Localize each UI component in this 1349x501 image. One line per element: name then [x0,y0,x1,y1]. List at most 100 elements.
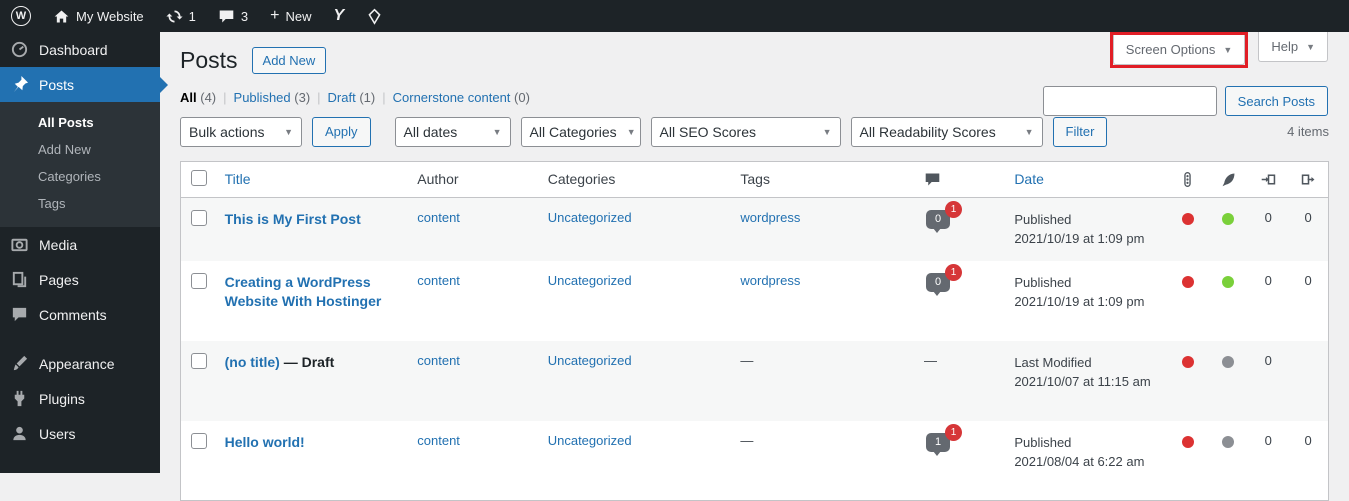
sidebar-item-media[interactable]: Media [0,227,160,262]
row-checkbox[interactable] [191,352,207,369]
category-link[interactable]: Uncategorized [548,273,632,288]
search-input[interactable] [1042,86,1217,116]
tag-link[interactable]: wordpress [740,210,800,225]
site-name-link[interactable]: My Website [42,0,155,32]
author-link[interactable]: content [417,433,460,448]
sidebar-item-pages[interactable]: Pages [0,262,160,297]
pushpin-icon [13,75,29,93]
row-checkbox[interactable] [191,209,207,226]
post-title-link[interactable]: (no title) [225,354,280,370]
screen-options-button[interactable]: Screen Options ▼ [1112,35,1246,65]
post-date: 2021/08/04 at 6:22 am [1014,454,1145,470]
submenu-item-categories[interactable]: Categories [0,163,160,190]
add-new-button[interactable]: Add New [251,47,327,75]
internal-links-count: 0 [1264,432,1272,448]
sidebar-item-plugins[interactable]: Plugins [0,381,160,416]
category-link[interactable]: Uncategorized [548,353,632,368]
submenu-item-add-new[interactable]: Add New [0,136,160,163]
table-row: (no title) — Draft content Uncategorized… [180,340,1329,421]
column-header-date[interactable]: Date [1014,171,1044,187]
chevron-down-icon: ▼ [284,126,293,137]
sidebar-label-dashboard: Dashboard [39,41,108,58]
view-draft[interactable]: Draft (1) [328,90,376,105]
no-tags-dash: — [740,432,754,448]
chevron-down-icon: ▼ [492,126,502,137]
filter-toolbar: Bulk actions ▼ Apply All dates ▼ All Categ… [180,116,1329,147]
admin-sidebar: Dashboard Posts All Posts Add New Catego… [0,32,160,473]
seo-score-dot [1181,275,1194,288]
view-cornerstone-content[interactable]: Cornerstone content (0) [393,90,530,105]
no-tags-dash: — [740,352,754,368]
yoast-seo-menu[interactable]: Y [323,0,356,32]
category-link[interactable]: Uncategorized [548,433,632,448]
readability-column-icon [1222,173,1235,187]
comments-bubble[interactable]: 0 1 [926,263,962,296]
apply-button[interactable]: Apply [312,116,371,147]
sidebar-item-dashboard[interactable]: Dashboard [0,32,160,67]
author-link[interactable]: content [417,353,460,368]
sidebar-item-comments[interactable]: Comments [0,297,160,332]
search-posts-button[interactable]: Search Posts [1224,86,1328,116]
new-content-link[interactable]: + New [259,0,322,32]
tag-link[interactable]: wordpress [740,273,800,288]
row-checkbox[interactable] [191,272,207,289]
post-title-link[interactable]: Creating a WordPress Website With Hostin… [225,274,382,310]
submenu-item-tags[interactable]: Tags [0,190,160,217]
readability-score-dot [1222,355,1235,368]
bulk-actions-select[interactable]: Bulk actions ▼ [180,116,302,147]
theme-builder-menu[interactable] [355,0,394,32]
sidebar-item-posts[interactable]: Posts [0,67,160,102]
draft-status-suffix: — Draft [279,353,335,370]
column-header-categories: Categories [547,171,616,188]
seo-score-dot [1181,355,1194,368]
comments-bubble[interactable]: 0 1 [926,200,962,233]
table-header-row: Title Author Categories Tags Date [180,161,1329,198]
submenu-item-all-posts[interactable]: All Posts [0,109,160,136]
update-icon [166,10,183,22]
post-title-link[interactable]: Hello world! [225,434,305,450]
post-date: 2021/10/19 at 1:09 pm [1014,294,1145,310]
sidebar-label-media: Media [39,236,78,253]
row-checkbox[interactable] [191,432,207,449]
wordpress-menu[interactable]: W [0,0,42,32]
readability-scores-select[interactable]: All Readability Scores ▼ [850,116,1043,147]
chevron-down-icon: ▼ [1024,126,1034,137]
view-all[interactable]: All (4) [180,90,216,105]
table-row: Creating a WordPress Website With Hostin… [181,261,1329,341]
column-header-author: Author [417,171,459,188]
filter-button[interactable]: Filter [1052,116,1108,147]
seo-scores-select[interactable]: All SEO Scores ▼ [650,116,841,147]
internal-links-count: 0 [1264,272,1272,288]
help-button[interactable]: Help ▼ [1258,32,1328,62]
sidebar-item-users[interactable]: Users [0,416,160,451]
all-categories-select[interactable]: All Categories ▼ [520,116,641,147]
chevron-down-icon: ▼ [1306,41,1315,52]
column-header-title[interactable]: Title [225,171,251,187]
category-link[interactable]: Uncategorized [548,210,632,225]
outgoing-links-count: 0 [1304,209,1312,225]
post-status: Last Modified [1014,354,1092,370]
chevron-down-icon: ▼ [822,126,832,137]
select-all-checkbox[interactable] [191,169,207,186]
comment-icon [219,10,234,22]
view-published[interactable]: Published (3) [234,90,311,105]
readability-score-dot [1222,275,1235,288]
media-icon [11,238,28,252]
sidebar-separator [0,332,160,346]
pending-comments-badge: 1 [945,423,962,441]
comments-bubble[interactable]: 1 1 [926,423,962,456]
updates-link[interactable]: 1 [155,0,207,32]
sidebar-label-users: Users [39,425,76,442]
all-dates-select[interactable]: All dates ▼ [394,116,511,147]
site-name-label: My Website [76,8,144,24]
sidebar-item-appearance[interactable]: Appearance [0,346,160,381]
comments-link[interactable]: 3 [207,0,259,32]
internal-links-count: 0 [1264,352,1272,368]
comments-column-icon [925,173,940,186]
author-link[interactable]: content [417,210,460,225]
appearance-icon [13,355,28,371]
post-title-link[interactable]: This is My First Post [225,211,361,227]
view-separator: | [317,89,321,105]
author-link[interactable]: content [417,273,460,288]
dashboard-icon [11,41,28,58]
